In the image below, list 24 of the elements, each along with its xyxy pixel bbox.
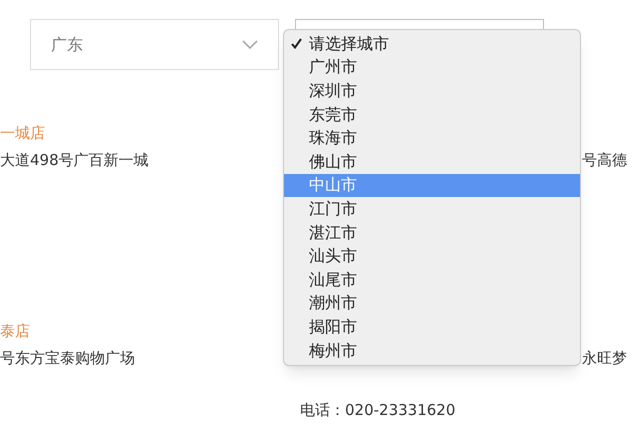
menu-option[interactable]: 东莞市 xyxy=(284,102,580,126)
province-select[interactable]: 广东 xyxy=(30,19,279,70)
chevron-down-icon xyxy=(242,40,258,50)
store-name: 泰店 xyxy=(0,321,30,342)
store-address: 号高德 xyxy=(582,150,627,171)
menu-option[interactable]: 汕头市 xyxy=(284,244,580,268)
checkmark-icon xyxy=(291,38,302,49)
menu-option[interactable]: 湛江市 xyxy=(284,220,580,244)
menu-option[interactable]: 深圳市 xyxy=(284,79,580,103)
menu-option[interactable]: 请选择城市 xyxy=(284,32,580,56)
menu-option[interactable]: 江门市 xyxy=(284,197,580,221)
menu-option[interactable]: 潮州市 xyxy=(284,292,580,316)
store-phone: 电话：020-23331620 xyxy=(300,400,456,421)
menu-option[interactable]: 珠海市 xyxy=(284,126,580,150)
store-name: 一城店 xyxy=(0,123,45,144)
store-address: 号东方宝泰购物广场 xyxy=(0,348,135,369)
menu-option[interactable]: 广州市 xyxy=(284,56,580,80)
store-address: 永旺梦 xyxy=(582,348,627,369)
menu-option[interactable]: 汕尾市 xyxy=(284,268,580,292)
menu-option[interactable]: 揭阳市 xyxy=(284,315,580,339)
menu-option[interactable]: 梅州市 xyxy=(284,338,580,362)
select-value: 广东 xyxy=(51,34,83,56)
menu-option[interactable]: 佛山市 xyxy=(284,150,580,174)
store-address: 大道498号广百新一城 xyxy=(0,150,149,171)
